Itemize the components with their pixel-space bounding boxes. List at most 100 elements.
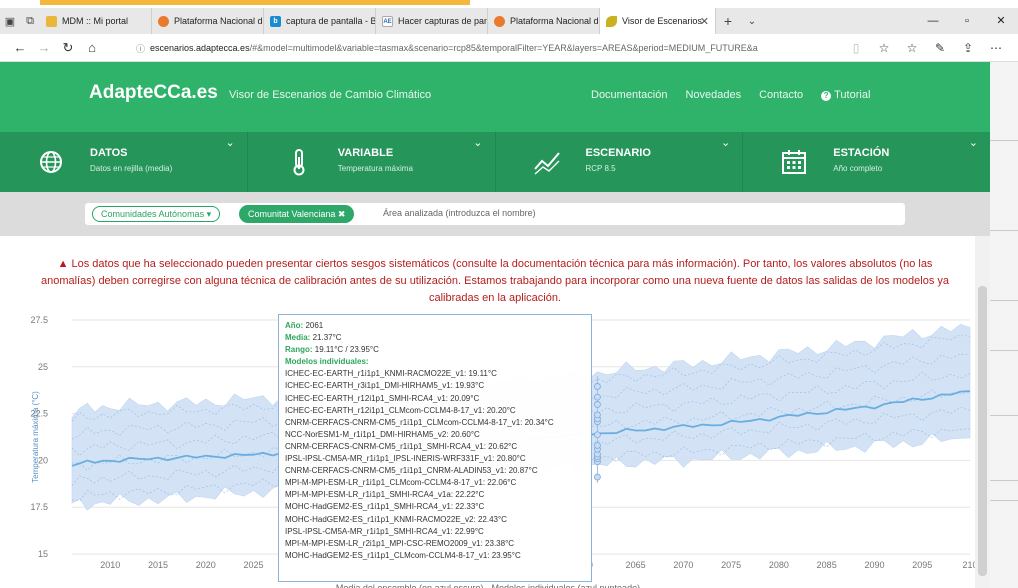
highlight-point — [594, 411, 601, 419]
nav-tutorial-label: Tutorial — [834, 89, 871, 101]
background-window — [990, 62, 1018, 588]
x-tick-label: 2010 — [100, 560, 120, 570]
chevron-down-icon[interactable]: ⌄ — [969, 136, 978, 149]
filter-escenario[interactable]: ESCENARIO RCP 8.5 ⌄ — [496, 132, 744, 192]
model-entry: MPI-M-MPI-ESM-LR_r1i1p1_CLMcom-CCLM4-8-1… — [285, 478, 517, 488]
nav-novedades[interactable]: Novedades — [685, 89, 741, 101]
circle-icon — [494, 15, 505, 27]
filter-title: ESTACIÓN — [833, 147, 890, 159]
highlight-point — [594, 393, 601, 401]
highlight-point — [594, 431, 601, 439]
back-icon[interactable]: ← — [8, 40, 32, 55]
y-tick-label: 25 — [38, 362, 48, 372]
globe-icon — [40, 151, 62, 173]
favorites-list-icon[interactable]: ☆ — [898, 41, 926, 55]
filter-title: DATOS — [90, 147, 128, 159]
refresh-icon[interactable]: ↻ — [56, 40, 80, 56]
filter-estacion[interactable]: ESTACIÓN Año completo ⌄ — [743, 132, 990, 192]
scrollbar-thumb[interactable] — [978, 286, 987, 576]
chart-legend-text: Media del ensemble (en azul oscuro) · Mo… — [336, 583, 640, 588]
reading-view-icon[interactable]: ▯ — [842, 41, 870, 55]
remove-chip-icon[interactable]: ✖ — [335, 209, 346, 219]
warning-text: Los datos que ha seleccionado pueden pre… — [40, 258, 950, 304]
tab-actions-icon[interactable]: ▣ — [0, 8, 20, 34]
tab-label: Plataforma Nacional de — [510, 16, 600, 26]
share-icon[interactable]: ⇪ — [954, 41, 982, 55]
region-type-dropdown[interactable]: Comunidades Autónomas ▾ — [92, 206, 221, 222]
mean-value: 21.37°C — [312, 333, 342, 343]
model-entry: ICHEC-EC-EARTH_r12i1p1_CLMcom-CCLM4-8-17… — [285, 405, 516, 415]
filter-datos[interactable]: DATOS Datos en rejilla (media) ⌄ — [0, 132, 248, 192]
region-chip[interactable]: Comunitat Valenciana ✖ — [239, 205, 355, 223]
close-tab-icon[interactable]: ✕ — [700, 15, 709, 28]
url-field[interactable]: escenarios.adaptecca.es/#&model=multimod… — [150, 40, 810, 56]
new-tab-icon[interactable]: + — [716, 13, 740, 29]
nav-tutorial[interactable]: ? Tutorial — [821, 89, 888, 101]
x-tick-label: 2070 — [673, 560, 693, 570]
y-tick-label: 27.5 — [30, 315, 48, 325]
circle-icon — [158, 15, 169, 27]
tab-plataforma-1[interactable]: Plataforma Nacional de — [152, 8, 264, 34]
filter-variable[interactable]: VARIABLE Temperatura máxima ⌄ — [248, 132, 496, 192]
range-value: 19.11°C / 23.95°C — [314, 345, 379, 355]
chevron-down-icon[interactable]: ⌄ — [721, 136, 730, 149]
model-entry: MOHC-HadGEM2-ES_r1i1p1_SMHI-RCA4_v1: 22.… — [285, 502, 485, 512]
minimize-icon[interactable]: — — [916, 8, 950, 34]
year-label: Año: — [285, 321, 304, 330]
address-actions: ▯ ☆ ☆ ✎ ⇪ ⋯ — [842, 34, 1010, 62]
tab-list-chevron-icon[interactable]: ⌄ — [740, 16, 764, 27]
folder-icon — [46, 15, 57, 27]
nav-documentacion[interactable]: Documentación — [591, 89, 667, 101]
page-scrollbar[interactable] — [975, 236, 990, 588]
highlight-point — [594, 401, 601, 408]
tab-capturas[interactable]: AE Hacer capturas de pant — [376, 8, 488, 34]
range-label: Rango: — [285, 345, 313, 355]
nav-contacto[interactable]: Contacto — [759, 89, 803, 101]
site-logo[interactable]: AdapteCCa.es — [89, 82, 218, 104]
favorite-star-icon[interactable]: ☆ — [870, 41, 898, 55]
forward-icon[interactable]: → — [32, 40, 56, 55]
models-title: Modelos individuales: — [285, 357, 369, 367]
close-window-icon[interactable]: ✕ — [984, 8, 1018, 34]
help-circle-icon: ? — [821, 91, 832, 101]
filter-value: Año completo — [833, 164, 883, 173]
maximize-icon[interactable]: ▫ — [950, 8, 984, 34]
url-host: escenarios.adaptecca.es — [150, 43, 250, 53]
more-icon[interactable]: ⋯ — [982, 41, 1010, 55]
filter-title: ESCENARIO — [585, 147, 651, 159]
x-tick-label: 2085 — [817, 560, 837, 570]
tab-plataforma-2[interactable]: Plataforma Nacional de — [488, 8, 600, 34]
tab-label: MDM :: Mi portal — [62, 16, 129, 26]
address-bar: ← → ↻ ⌂ ⓘ escenarios.adaptecca.es/#&mode… — [0, 34, 1018, 62]
home-icon[interactable]: ⌂ — [80, 40, 104, 55]
area-search-input[interactable]: Área analizada (introduzca el nombre) — [383, 208, 536, 218]
x-tick-label: 2020 — [196, 560, 216, 570]
calendar-icon — [782, 150, 807, 174]
pen-icon[interactable]: ✎ — [926, 41, 954, 55]
filter-bar: DATOS Datos en rejilla (media) ⌄ VARIABL… — [0, 132, 990, 192]
tab-bing[interactable]: b captura de pantalla - Bi — [264, 8, 376, 34]
x-tick-label: 2025 — [243, 560, 263, 570]
highlight-point — [594, 473, 601, 481]
trend-icon — [533, 152, 560, 175]
tab-preview-icon[interactable]: ⧉ — [20, 8, 40, 34]
warning-icon: ▲ — [57, 258, 72, 270]
model-entry: ICHEC-EC-EARTH_r12i1p1_SMHI-RCA4_v1: 20.… — [285, 393, 480, 403]
chevron-down-icon[interactable]: ⌄ — [473, 136, 482, 149]
chevron-down-icon[interactable]: ⌄ — [226, 136, 235, 149]
region-type-label: Comunidades Autónomas — [101, 209, 205, 219]
highlight-point — [594, 442, 601, 449]
tab-mdm[interactable]: MDM :: Mi portal — [40, 8, 152, 34]
x-tick-label: 210 — [962, 560, 975, 570]
y-axis-label: Temperatura máxima (°C) — [31, 391, 40, 483]
models-list: ICHEC-EC-EARTH_r1i1p1_KNMI-RACMO22E_v1: … — [285, 368, 585, 562]
info-icon[interactable]: ⓘ — [136, 42, 145, 55]
model-entry: MPI-M-MPI-ESM-LR_r2i1p1_MPI-CSC-REMO2009… — [285, 538, 515, 548]
tab-visor[interactable]: Visor de Escenarios ✕ — [600, 8, 716, 34]
thermometer-icon — [293, 149, 305, 176]
tab-label: captura de pantalla - Bi — [286, 16, 376, 26]
selection-bar: Comunidades Autónomas ▾ Comunitat Valenc… — [0, 192, 990, 236]
chart-tooltip: Año: 2061 Media: 21.37°C Rango: 19.11°C … — [278, 314, 592, 582]
mean-label: Media: — [285, 333, 311, 343]
region-chip-label: Comunitat Valenciana — [248, 209, 336, 219]
